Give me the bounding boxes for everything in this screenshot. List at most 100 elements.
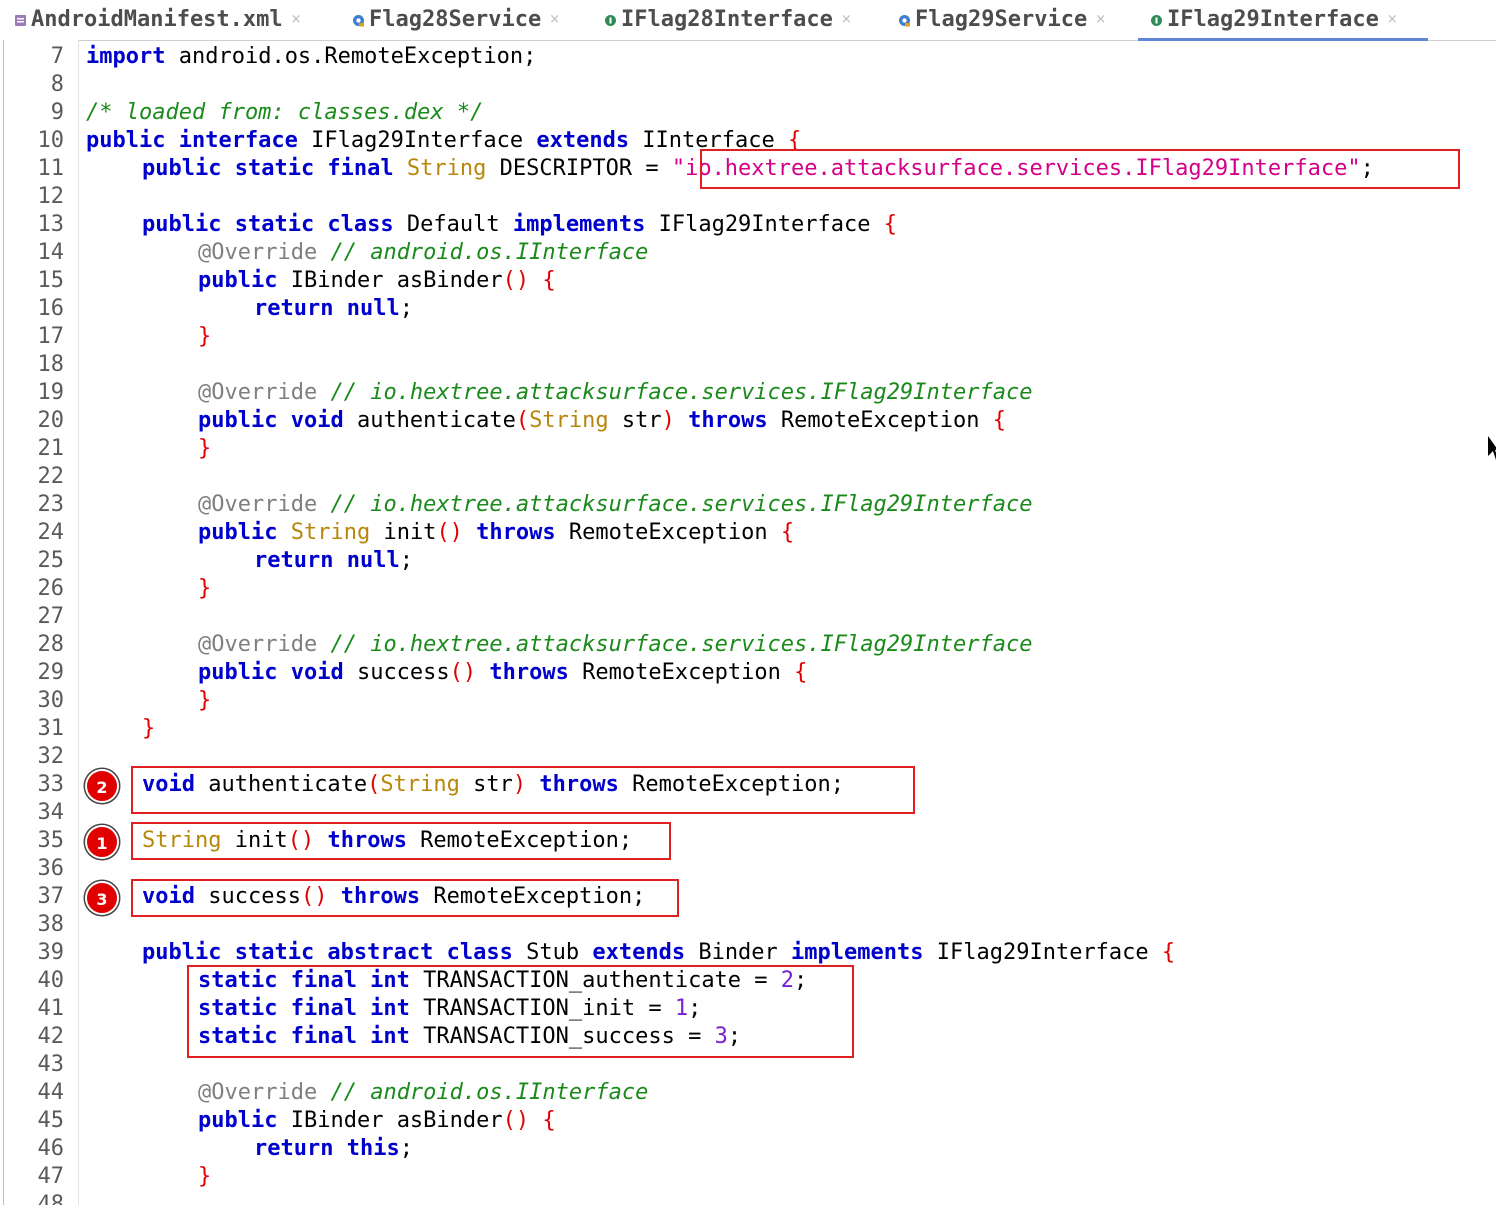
line-number: 8 (50, 72, 64, 97)
line-number: 25 (37, 548, 65, 573)
code-line-46: return this; (254, 1135, 413, 1163)
semicolon: ; (399, 548, 413, 573)
keyword: public static class (142, 212, 394, 237)
comment: // io.hextree.attacksurface.services.IFl… (317, 380, 1033, 405)
keyword: public (198, 268, 278, 293)
line-number: 39 (37, 940, 65, 965)
line-number: 23 (37, 492, 65, 517)
line-number: 21 (37, 436, 65, 461)
tab-label: IFlag29Interface (1167, 6, 1379, 32)
tab-flag28service[interactable]: Flag28Service × (352, 0, 560, 38)
code-line-47: } (198, 1163, 211, 1191)
identifier: Stub (512, 940, 593, 965)
close-icon[interactable]: × (1095, 12, 1106, 27)
identifier: init (370, 520, 437, 545)
type: String (529, 408, 609, 433)
code-line-30: } (198, 687, 211, 715)
keyword: return this (254, 1136, 400, 1161)
line-number: 13 (37, 212, 65, 237)
comment: // android.os.IInterface (317, 240, 649, 265)
code-line-19: @Override // io.hextree.attacksurface.se… (198, 379, 1032, 407)
identifier: IFlag29Interface (923, 940, 1162, 965)
step-badge-success: 3 (85, 881, 119, 915)
identifier: RemoteException (568, 660, 795, 685)
line-number: 11 (37, 156, 65, 181)
paren: () (436, 520, 463, 545)
line-number: 22 (37, 464, 65, 489)
brace: { (883, 212, 898, 237)
line-number: 40 (37, 968, 65, 993)
close-icon[interactable]: × (291, 12, 302, 27)
line-number: 20 (37, 408, 65, 433)
init-highlight-box (131, 822, 671, 860)
keyword: extends (536, 128, 630, 153)
tab-iflag28interface[interactable]: IFlag28Interface × (604, 0, 852, 38)
interface-icon (605, 14, 616, 26)
line-number: 12 (37, 184, 65, 209)
line-number: 31 (37, 716, 65, 741)
keyword: public void (198, 660, 344, 685)
tab-iflag29interface[interactable]: IFlag29Interface × (1138, 0, 1428, 41)
tab-flag29service[interactable]: Flag29Service × (898, 0, 1106, 38)
line-number: 18 (37, 352, 65, 377)
code-line-31: } (142, 715, 155, 743)
line-number: 7 (50, 44, 64, 69)
annotation: @Override (198, 240, 318, 265)
annotation: @Override (198, 1080, 318, 1105)
keyword: public interface (86, 128, 298, 153)
tab-label: IFlag28Interface (621, 6, 833, 32)
class-icon (899, 14, 910, 26)
code-line-20: public void authenticate(String str) thr… (198, 407, 1006, 435)
mouse-cursor-icon (1488, 436, 1496, 460)
semicolon: ; (399, 1136, 413, 1161)
line-number: 24 (37, 520, 65, 545)
line-number: 44 (37, 1080, 65, 1105)
tab-android-manifest[interactable]: AndroidManifest.xml × (14, 0, 302, 38)
close-icon[interactable]: × (841, 12, 852, 27)
identifier: IBinder asBinder (277, 268, 503, 293)
keyword: throws (674, 408, 768, 433)
brace: { (992, 408, 1006, 433)
tab-label: Flag29Service (915, 6, 1088, 32)
close-icon[interactable]: × (1387, 12, 1398, 27)
line-number: 28 (37, 632, 65, 657)
keyword: public (198, 1108, 278, 1133)
line-number: 33 (37, 772, 65, 797)
paren: () (449, 660, 477, 685)
line-number: 29 (37, 660, 65, 685)
code-line-39: public static abstract class Stub extend… (142, 939, 1175, 967)
keyword: public (198, 520, 278, 545)
close-icon[interactable]: × (549, 12, 560, 27)
line-number: 45 (37, 1108, 65, 1133)
transaction-constants-highlight-box (187, 965, 854, 1058)
keyword: throws (476, 660, 569, 685)
paren: ( (515, 408, 530, 433)
code-line-15: public IBinder asBinder() { (198, 267, 556, 295)
code-line-16: return null; (254, 295, 413, 323)
brace: } (198, 1164, 212, 1189)
brace: { (780, 520, 795, 545)
brace: { (794, 660, 808, 685)
line-number: 32 (37, 744, 65, 769)
code-line-17: } (198, 323, 211, 351)
identifier: IFlag29Interface (297, 128, 537, 153)
line-number: 17 (37, 324, 65, 349)
keyword: implements (791, 940, 924, 965)
authenticate-highlight-box (131, 766, 915, 814)
code-line-13: public static class Default implements I… (142, 211, 897, 239)
code-line-29: public void success() throws RemoteExcep… (198, 659, 807, 687)
tab-label: Flag28Service (369, 6, 542, 32)
identifier: authenticate (343, 408, 516, 433)
line-number: 35 (37, 828, 65, 853)
code-line-24: public String init() throws RemoteExcept… (198, 519, 794, 547)
identifier: Binder (685, 940, 792, 965)
type: String (393, 156, 487, 181)
identifier: Default (393, 212, 513, 237)
comment: // io.hextree.attacksurface.services.IFl… (317, 492, 1033, 517)
line-number: 38 (37, 912, 65, 937)
identifier: RemoteException (767, 408, 993, 433)
keyword: public static abstract class (142, 940, 513, 965)
brace: } (142, 716, 156, 741)
keyword: implements (512, 212, 646, 237)
success-highlight-box (131, 879, 679, 917)
